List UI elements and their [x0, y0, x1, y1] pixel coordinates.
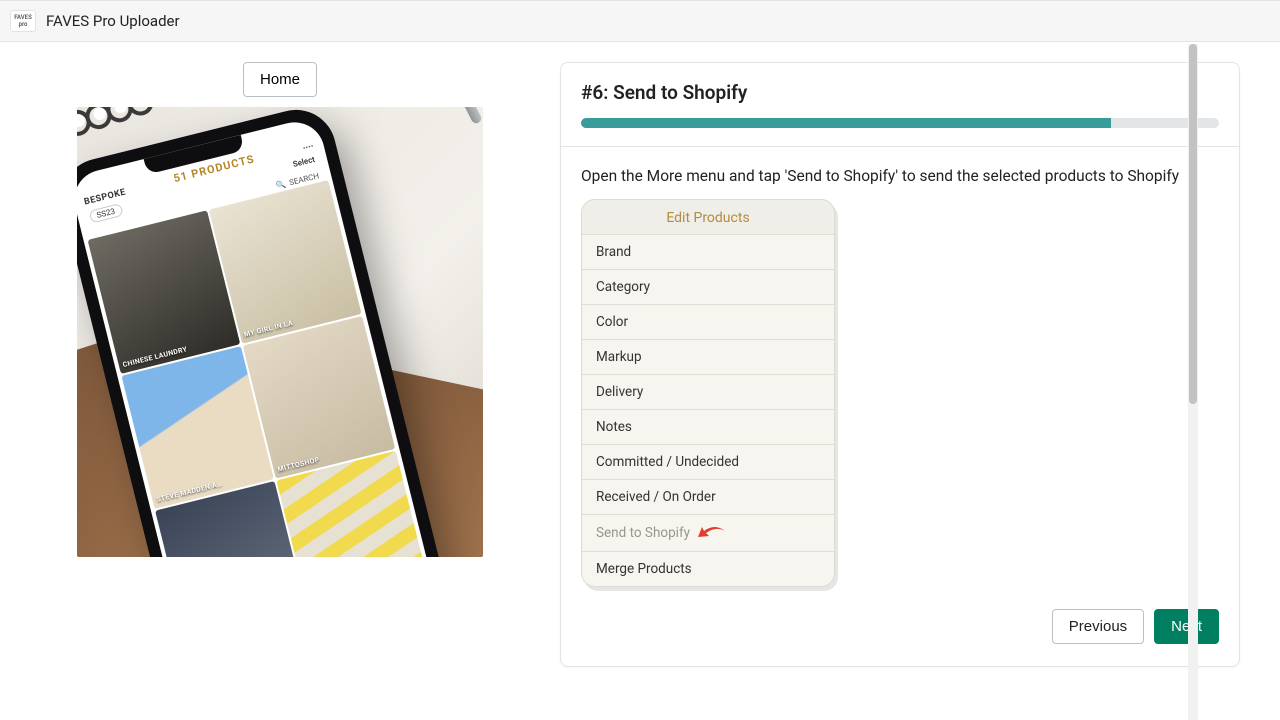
step-instruction: Open the More menu and tap 'Send to Shop… — [581, 165, 1219, 187]
menu-item: Committed / Undecided — [582, 444, 834, 479]
menu-item: Brand — [582, 234, 834, 269]
app-title: FAVES Pro Uploader — [46, 12, 180, 30]
app-topbar: FAVES pro FAVES Pro Uploader — [0, 0, 1280, 42]
previous-button[interactable]: Previous — [1052, 609, 1144, 644]
menu-item: Received / On Order — [582, 479, 834, 514]
step-title: #6: Send to Shopify — [581, 81, 1219, 104]
menu-screenshot-title: Edit Products — [582, 200, 834, 234]
progress-bar-fill — [581, 118, 1111, 128]
phone-select: Select — [292, 155, 317, 173]
menu-item: Delivery — [582, 374, 834, 409]
scrollbar[interactable] — [1188, 44, 1198, 720]
menu-screenshot: Edit Products BrandCategoryColorMarkupDe… — [581, 199, 835, 587]
menu-item: Color — [582, 304, 834, 339]
pointer-arrow-icon — [698, 524, 726, 542]
app-logo: FAVES pro — [10, 10, 36, 32]
menu-item: Notes — [582, 409, 834, 444]
progress-bar — [581, 118, 1219, 128]
step-card: #6: Send to Shopify Open the More menu a… — [560, 62, 1240, 667]
search-icon: 🔍 — [275, 180, 287, 191]
scrollbar-thumb[interactable] — [1189, 44, 1197, 404]
menu-item: Send to Shopify — [582, 514, 834, 551]
menu-item: Merge Products — [582, 551, 834, 586]
menu-item: Markup — [582, 339, 834, 374]
menu-item: Category — [582, 269, 834, 304]
next-button[interactable]: Next — [1154, 609, 1219, 644]
home-button[interactable]: Home — [243, 62, 317, 97]
phone-preview-image: BESPOKE 51 PRODUCTS •••• SS23 Select 🔍 S… — [77, 107, 483, 557]
